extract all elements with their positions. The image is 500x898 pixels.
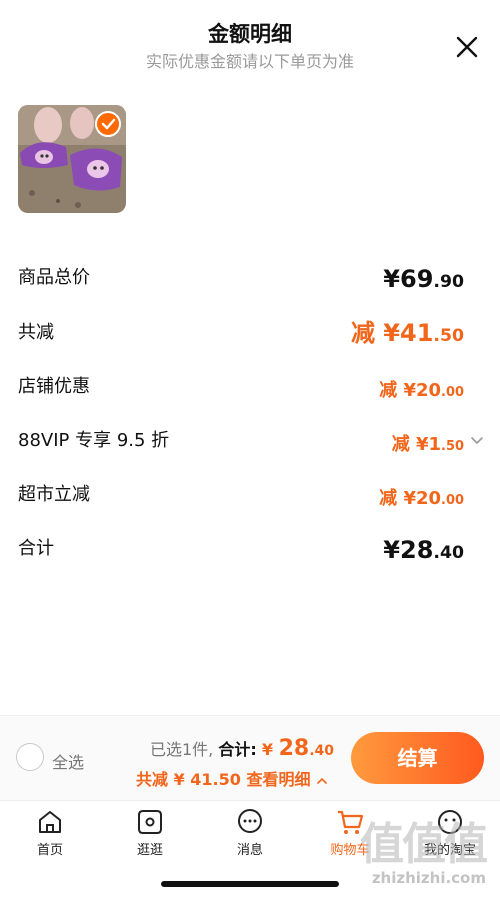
- store-discount-value: 减 ¥20.00: [379, 380, 464, 401]
- selected-count: 已选1件,: [150, 740, 214, 759]
- home-icon: [39, 811, 61, 833]
- select-all-radio[interactable]: [16, 743, 44, 771]
- total-label: 合计: [18, 538, 54, 559]
- tab-messages-label: 消息: [236, 843, 263, 858]
- bar-total-value: ¥ 28.40: [261, 736, 335, 761]
- bar-total-label: 合计:: [218, 740, 257, 759]
- total-discount-value: 减 ¥41.50: [350, 319, 464, 347]
- price-row-store-discount: 店铺优惠 减 ¥20.00: [18, 364, 484, 404]
- subtotal-label: 商品总价: [18, 267, 90, 288]
- total-value: ¥28.40: [383, 536, 464, 564]
- view-details-link[interactable]: 共减 ¥ 41.50 查看明细: [136, 766, 328, 790]
- price-row-supermarket-discount: 超市立减 减 ¥20.00: [18, 472, 484, 512]
- price-row-total-discount: 共减 减 ¥41.50: [18, 310, 484, 350]
- price-row-total: 合计 ¥28.40: [18, 526, 484, 566]
- supermarket-discount-label: 超市立减: [18, 484, 90, 505]
- vip-discount-value: 减 ¥1.50: [391, 434, 464, 455]
- watermark-domain: zhizhizhi.com: [371, 869, 486, 887]
- tab-home[interactable]: 首页: [15, 807, 85, 858]
- supermarket-discount-value: 减 ¥20.00: [379, 488, 464, 509]
- check-icon: [101, 118, 116, 130]
- price-row-vip-discount[interactable]: 88VIP 专享 9.5 折 减 ¥1.50: [18, 418, 484, 458]
- subtotal-value: ¥69.90: [383, 265, 464, 293]
- tab-messages[interactable]: 消息: [215, 807, 285, 858]
- detail-header: 金额明细 实际优惠金额请以下单页为准: [0, 0, 500, 80]
- chevron-down-icon[interactable]: [470, 434, 484, 448]
- page-title: 金额明细: [208, 22, 292, 46]
- tab-explore-label: 逛逛: [136, 843, 163, 858]
- page-subtitle: 实际优惠金额请以下单页为准: [145, 52, 354, 71]
- select-all-label[interactable]: 全选: [52, 749, 84, 773]
- vip-discount-label: 88VIP 专享 9.5 折: [18, 430, 170, 451]
- close-button[interactable]: [454, 34, 480, 60]
- explore-icon: [138, 810, 162, 834]
- selection-summary: 已选1件, 合计: ¥ 28.40: [150, 736, 334, 761]
- watermark-logo: 值值值: [360, 819, 488, 870]
- discount-detail-text: 共减 ¥ 41.50 查看明细: [136, 770, 311, 789]
- product-thumbnail[interactable]: [18, 105, 126, 213]
- tab-explore[interactable]: 逛逛: [115, 807, 185, 858]
- tab-home-label: 首页: [36, 843, 63, 858]
- checkout-button[interactable]: 结算: [351, 732, 484, 784]
- chevron-up-icon: [317, 777, 327, 784]
- product-selected-checkbox[interactable]: [95, 111, 121, 137]
- message-icon: [238, 809, 262, 833]
- close-icon: [456, 36, 478, 58]
- checkout-bar: 全选 已选1件, 合计: ¥ 28.40 共减 ¥ 41.50 查看明细 结算: [0, 715, 500, 800]
- price-row-subtotal: 商品总价 ¥69.90: [18, 255, 484, 295]
- store-discount-label: 店铺优惠: [18, 376, 90, 397]
- home-indicator[interactable]: [161, 881, 339, 887]
- total-discount-label: 共减: [18, 322, 54, 343]
